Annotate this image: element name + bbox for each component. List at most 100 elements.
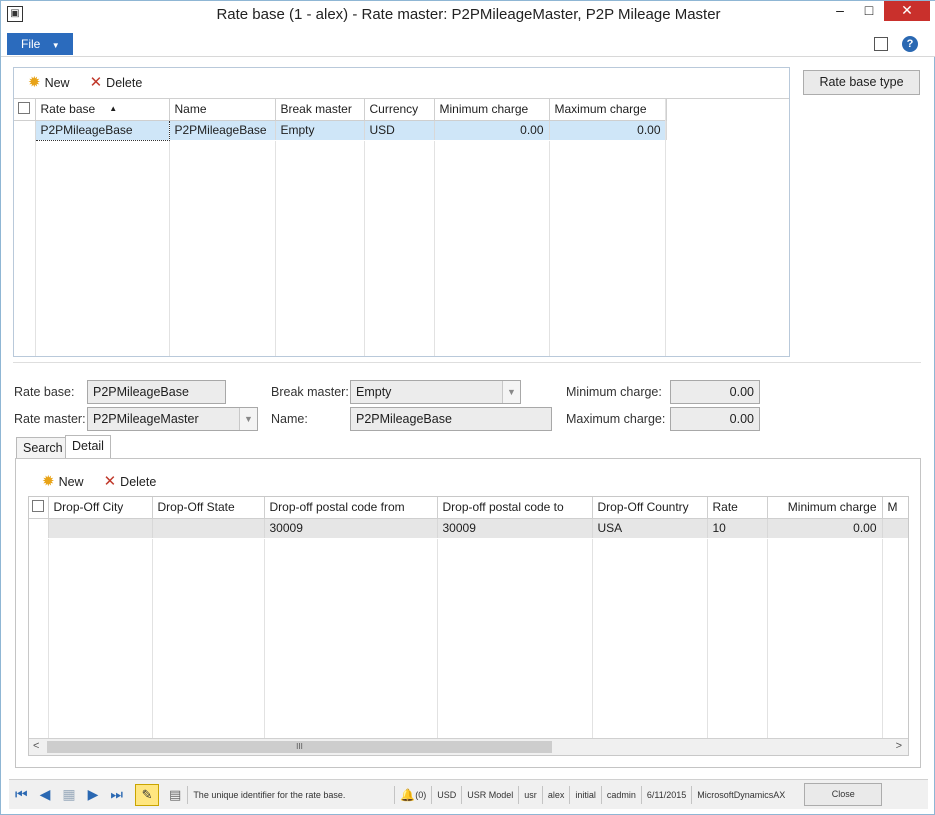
cell-postal-from[interactable]: 30009 — [264, 518, 438, 538]
layout-icon[interactable] — [874, 37, 888, 51]
close-button[interactable]: Close — [804, 783, 883, 806]
scrollbar-thumb[interactable]: III — [47, 741, 552, 753]
detail-grid: Drop-Off City Drop-Off State Drop-off po… — [29, 497, 908, 538]
close-window-button[interactable]: ✕ — [884, 1, 930, 21]
detail-delete-button[interactable]: ✕ Delete — [104, 474, 157, 489]
column-header-currency[interactable]: Currency — [364, 99, 435, 121]
detail-delete-label: Delete — [120, 475, 157, 489]
delete-button[interactable]: ✕ Delete — [89, 74, 143, 91]
grid-view-icon[interactable]: ▦ — [56, 786, 81, 803]
next-record-icon[interactable]: ▶ — [82, 786, 105, 803]
maximum-charge-label: Maximum charge: — [566, 412, 666, 426]
minimize-button[interactable]: ‒ — [826, 1, 854, 21]
column-header-m[interactable]: M — [882, 497, 908, 519]
column-header-rate-base[interactable]: Rate base ▲ — [35, 99, 170, 121]
horizontal-scrollbar[interactable]: < III > — [29, 738, 908, 755]
detail-grid-area: Drop-Off City Drop-Off State Drop-off po… — [28, 496, 909, 756]
status-user[interactable]: alex — [543, 785, 571, 804]
help-icon[interactable]: ? — [902, 36, 918, 52]
column-header-drop-off-city[interactable]: Drop-Off City — [48, 497, 153, 519]
cell-break-master[interactable]: Empty — [275, 120, 365, 140]
scroll-left-arrow[interactable]: < — [33, 740, 39, 752]
cell-currency[interactable]: USD — [364, 120, 435, 140]
column-header-break-master[interactable]: Break master — [275, 99, 365, 121]
maximize-button[interactable]: □ — [856, 1, 882, 21]
cell-minimum-charge[interactable]: 0.00 — [434, 120, 550, 140]
file-menu-button[interactable]: File ▼ — [7, 33, 73, 55]
tab-search[interactable]: Search — [16, 437, 70, 459]
rate-base-type-button[interactable]: Rate base type — [803, 70, 920, 95]
detail-new-button[interactable]: ✹ New — [42, 473, 84, 490]
last-record-icon[interactable]: ⏭ — [104, 786, 129, 803]
status-currency[interactable]: USD — [432, 785, 463, 804]
rate-master-field[interactable]: P2PMileageMaster ▼ — [87, 407, 258, 431]
previous-record-icon[interactable]: ◀ — [34, 786, 57, 803]
detail-toolbar: ✹ New ✕ Delete — [42, 469, 156, 495]
scroll-right-arrow[interactable]: > — [896, 740, 902, 752]
cell-drop-off-city[interactable] — [48, 518, 153, 538]
status-date[interactable]: 6/11/2015 — [642, 785, 693, 804]
status-layer[interactable]: usr — [519, 785, 543, 804]
column-header-drop-off-country[interactable]: Drop-Off Country — [592, 497, 708, 519]
break-master-label: Break master: — [271, 385, 349, 399]
minimum-charge-field[interactable]: 0.00 — [670, 380, 760, 404]
break-master-value: Empty — [356, 385, 392, 399]
cell-drop-off-state[interactable] — [152, 518, 265, 538]
column-header-rate[interactable]: Rate — [707, 497, 768, 519]
detail-tab-panel: ✹ New ✕ Delete Drop-Off City Drop-Off St… — [15, 458, 921, 768]
chevron-down-icon[interactable]: ▼ — [502, 381, 520, 403]
grid-line — [707, 539, 708, 739]
table-row[interactable]: 30009 30009 USA 10 0.00 — [29, 518, 908, 538]
cell-postal-to[interactable]: 30009 — [437, 518, 593, 538]
cell-maximum-charge[interactable]: 0.00 — [549, 120, 667, 140]
cell-minimum-charge[interactable]: 0.00 — [767, 518, 883, 538]
table-row[interactable]: P2PMileageBase P2PMileageBase Empty USD … — [14, 119, 667, 141]
tab-detail[interactable]: Detail — [65, 435, 111, 459]
cell-rate[interactable]: 10 — [707, 518, 768, 538]
edit-pencil-icon[interactable]: ✎ — [135, 783, 160, 806]
break-master-field[interactable]: Empty ▼ — [350, 380, 521, 404]
status-partition[interactable]: initial — [570, 785, 602, 804]
column-header-postal-from[interactable]: Drop-off postal code from — [264, 497, 438, 519]
new-star-icon: ✹ — [42, 473, 55, 490]
column-header-minimum-charge[interactable]: Minimum charge — [434, 99, 550, 121]
new-star-icon: ✹ — [28, 74, 41, 91]
attachment-icon[interactable]: ▤ — [169, 787, 181, 803]
status-company[interactable]: cadmin — [602, 785, 642, 804]
column-header-maximum-charge[interactable]: Maximum charge — [549, 99, 667, 121]
rate-base-field[interactable]: P2PMileageBase — [87, 380, 226, 404]
row-selector[interactable] — [29, 518, 49, 538]
select-all-checkbox[interactable] — [14, 99, 36, 121]
column-header-name[interactable]: Name — [169, 99, 276, 121]
notifications-indicator[interactable]: 🔔 (0) — [395, 785, 433, 804]
select-all-checkbox[interactable] — [29, 497, 49, 519]
new-button-label: New — [44, 76, 70, 90]
cell-rate-base[interactable]: P2PMileageBase — [34, 119, 170, 141]
grid-line — [592, 539, 593, 739]
rate-base-label: Rate base: — [14, 385, 75, 399]
row-selector[interactable] — [14, 120, 36, 140]
status-bar: ⏮ ◀ ▦ ▶ ⏭ ✎ ▤ The unique identifier for … — [9, 779, 928, 809]
grid-line — [48, 539, 49, 739]
status-help-text: The unique identifier for the rate base. — [187, 785, 396, 804]
column-header-minimum-charge[interactable]: Minimum charge — [767, 497, 883, 519]
name-field[interactable]: P2PMileageBase — [350, 407, 552, 431]
column-header-postal-to[interactable]: Drop-off postal code to — [437, 497, 593, 519]
chevron-down-icon[interactable]: ▼ — [239, 408, 257, 430]
new-button[interactable]: ✹ New — [28, 74, 70, 91]
cell-m[interactable] — [882, 518, 908, 538]
maximum-charge-field[interactable]: 0.00 — [670, 407, 760, 431]
rate-base-panel: ✹ New ✕ Delete Rate base ▲ Name Break mas — [13, 67, 790, 357]
grid-line — [169, 141, 170, 356]
cell-drop-off-country[interactable]: USA — [592, 518, 708, 538]
bell-icon: 🔔 — [400, 787, 416, 802]
minimum-charge-label: Minimum charge: — [566, 385, 662, 399]
splitter[interactable] — [13, 362, 921, 363]
grid-line — [152, 539, 153, 739]
column-header-drop-off-state[interactable]: Drop-Off State — [152, 497, 265, 519]
delete-x-icon: ✕ — [89, 74, 103, 91]
cell-name[interactable]: P2PMileageBase — [169, 120, 276, 140]
status-database[interactable]: MicrosoftDynamicsAX — [692, 786, 790, 804]
status-model[interactable]: USR Model — [462, 785, 520, 804]
first-record-icon[interactable]: ⏮ — [9, 786, 34, 803]
